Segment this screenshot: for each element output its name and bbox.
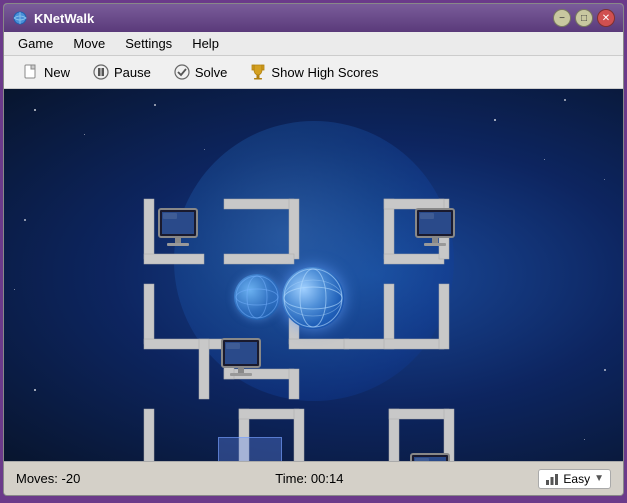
- toolbar: New Pause Solve: [4, 56, 623, 89]
- small-globe-node[interactable]: [234, 274, 280, 320]
- menu-settings[interactable]: Settings: [117, 34, 180, 53]
- main-window: KNetWalk − □ ✕ Game Move Settings Help: [3, 3, 624, 496]
- difficulty-selector[interactable]: Easy ▼: [538, 469, 611, 489]
- app-icon: [12, 10, 28, 26]
- main-globe-node[interactable]: [282, 267, 344, 329]
- difficulty-label: Easy: [563, 472, 590, 486]
- pause-label: Pause: [114, 65, 151, 80]
- pause-icon: [92, 63, 110, 81]
- maximize-button[interactable]: □: [575, 9, 593, 27]
- highscores-button[interactable]: Show High Scores: [239, 60, 388, 84]
- minimize-button[interactable]: −: [553, 9, 571, 27]
- trophy-icon: [249, 63, 267, 81]
- time-label: Time: 00:14: [275, 471, 343, 486]
- chart-icon: [545, 472, 559, 486]
- moves-label: Moves: -20: [16, 471, 80, 486]
- new-button[interactable]: New: [12, 60, 80, 84]
- title-bar: KNetWalk − □ ✕: [4, 4, 623, 32]
- monitor-2[interactable]: [414, 207, 466, 260]
- menu-move[interactable]: Move: [65, 34, 113, 53]
- moves-section: Moves: -20: [16, 471, 80, 486]
- title-bar-left: KNetWalk: [12, 10, 94, 26]
- menu-help[interactable]: Help: [184, 34, 227, 53]
- monitor-3[interactable]: [220, 337, 272, 390]
- title-bar-controls: − □ ✕: [553, 9, 615, 27]
- status-bar: Moves: -20 Time: 00:14 Easy ▼: [4, 461, 623, 495]
- monitor-4[interactable]: [409, 452, 461, 461]
- window-title: KNetWalk: [34, 11, 94, 26]
- dropdown-arrow: ▼: [594, 473, 604, 484]
- menu-bar: Game Move Settings Help: [4, 32, 623, 56]
- time-section: Time: 00:14: [275, 471, 343, 486]
- highscores-label: Show High Scores: [271, 65, 378, 80]
- solve-label: Solve: [195, 65, 228, 80]
- new-icon: [22, 63, 40, 81]
- solve-icon: [173, 63, 191, 81]
- close-button[interactable]: ✕: [597, 9, 615, 27]
- game-area[interactable]: [4, 89, 623, 461]
- pause-button[interactable]: Pause: [82, 60, 161, 84]
- selected-cell[interactable]: [218, 437, 282, 461]
- new-label: New: [44, 65, 70, 80]
- monitor-1[interactable]: [157, 207, 209, 260]
- menu-game[interactable]: Game: [10, 34, 61, 53]
- solve-button[interactable]: Solve: [163, 60, 238, 84]
